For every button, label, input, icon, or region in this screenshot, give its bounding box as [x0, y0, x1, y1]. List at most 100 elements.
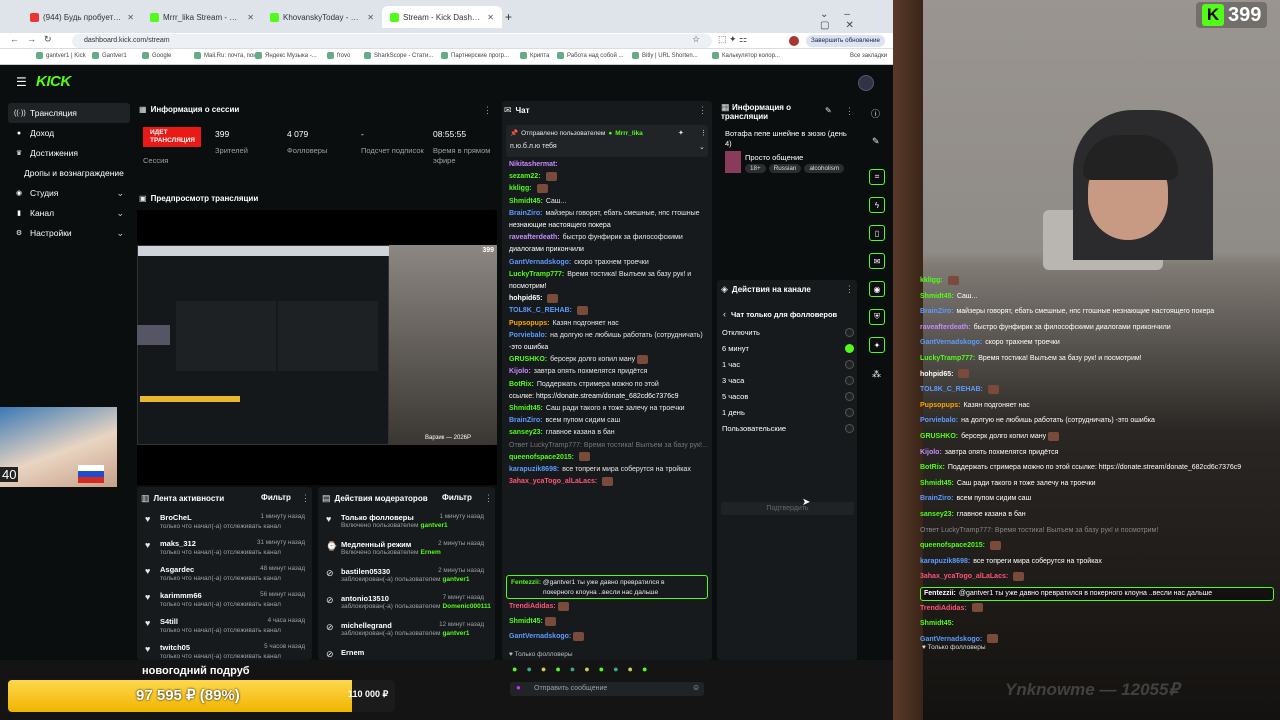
chat-message[interactable]: BrainZiro: майзеры говорят, ебать смешные…: [509, 208, 709, 219]
chat-message[interactable]: LuckyTramp777: Время тостика! Вылъем за б…: [509, 269, 709, 280]
chat-message[interactable]: Pupsopups: Казян подгоняет нас: [509, 318, 709, 329]
stream-tag[interactable]: 18+: [745, 164, 766, 173]
browser-tab[interactable]: (944) Будь пробуете КИТАЙС... ✕: [22, 6, 142, 28]
unpin-icon[interactable]: ✦: [678, 129, 684, 137]
chat-message[interactable]: hohpid65:: [509, 293, 709, 304]
bookmark-item[interactable]: Работа над собой ...: [557, 52, 623, 59]
nav-buttons[interactable]: ←→↻: [10, 34, 60, 45]
close-icon[interactable]: ✕: [247, 13, 254, 22]
sidebar-item[interactable]: Дропы и вознаграждение: [8, 163, 130, 183]
activity-item[interactable]: ♥ Asgardec 48 минут назад только что начал(…: [145, 563, 311, 589]
star-icon[interactable]: ☆: [692, 34, 700, 45]
chat-message[interactable]: Porviebalo: на долгую не любишь работать …: [509, 330, 709, 341]
pinned-menu-icon[interactable]: ⋮: [700, 129, 707, 137]
bookmark-item[interactable]: Калькулятор колор...: [712, 52, 780, 59]
confirm-button[interactable]: Подтвердить: [721, 502, 854, 515]
bookmark-item[interactable]: Bitly | URL Shorten...: [632, 52, 698, 59]
chat-message[interactable]: sezam22:: [509, 171, 709, 182]
bookmark-item[interactable]: gantver1 | Kick: [36, 52, 86, 59]
pinned-message[interactable]: 📌 Отправлено пользователем ● Mrrr_lika п…: [506, 125, 708, 157]
emote-icon[interactable]: ●: [512, 664, 517, 674]
duration-option[interactable]: 3 часа: [722, 373, 854, 387]
activity-item[interactable]: ♥ BroCheL 1 минуту назад только что начал(-…: [145, 511, 311, 537]
lightning-icon[interactable]: ϟ: [869, 197, 885, 213]
sidebar-item[interactable]: ▮ Канал ⌄: [8, 203, 130, 223]
emote-icon[interactable]: ●: [555, 664, 560, 674]
emote-bar[interactable]: ● ● ● ● ● ● ● ● ● ●: [512, 664, 647, 674]
shield-icon[interactable]: ⛨: [869, 309, 885, 325]
chat-message[interactable]: незнающие настоящего покера: [509, 220, 709, 231]
close-icon[interactable]: ✕: [487, 13, 494, 22]
chat-message[interactable]: Ответ LuckyTramp777: Время тостика! Вылъ…: [509, 440, 709, 451]
duration-option[interactable]: 1 час: [722, 357, 854, 371]
panel-menu-icon[interactable]: ⋮: [845, 284, 854, 295]
duration-option[interactable]: 5 часов: [722, 389, 854, 403]
new-tab-button[interactable]: +: [505, 10, 512, 24]
chat-message[interactable]: 3ahax_ycaTogo_alLaLacs:: [509, 476, 709, 487]
note-icon[interactable]: ▯: [869, 225, 885, 241]
emote-icon[interactable]: ●: [628, 664, 633, 674]
chat-message[interactable]: Shmidt45: Саш...: [509, 196, 709, 207]
window-controls[interactable]: ⌄–▢✕: [820, 9, 893, 31]
panel-menu-icon[interactable]: ⋮: [698, 105, 707, 116]
menu-icon[interactable]: ☰: [16, 75, 27, 89]
update-button[interactable]: Завершить обновление: [806, 35, 886, 47]
chat-message[interactable]: BrainZiro: всем пупом сидим саш: [509, 415, 709, 426]
avatar[interactable]: [789, 36, 799, 46]
radio-button[interactable]: [845, 407, 854, 417]
extensions-icon[interactable]: ⬚ ✦ ⚏: [718, 34, 747, 45]
mod-action-item[interactable]: ⊘ Ernem: [326, 646, 494, 660]
emote-icon[interactable]: ●: [516, 683, 521, 692]
browser-tab[interactable]: Stream - Kick Dashboard ✕: [382, 6, 502, 28]
chat-message[interactable]: queenofspace2015:: [509, 452, 709, 463]
mod-action-item[interactable]: ⊘ bastilen05330 2 минуты назад заблокирован…: [326, 565, 494, 591]
emote-icon[interactable]: ●: [526, 664, 531, 674]
broadcast-icon[interactable]: ◉: [869, 281, 885, 297]
chat-message[interactable]: raveafterdeath: быстро фунфирик за филосо…: [509, 232, 709, 243]
mod-action-item[interactable]: ⊘ michellegrand 12 минут назад заблокирован…: [326, 619, 494, 645]
user-avatar[interactable]: [858, 75, 874, 91]
emote-icon[interactable]: ●: [642, 664, 647, 674]
duration-option[interactable]: 6 минут: [722, 341, 854, 355]
chat-message[interactable]: Nikitashermat:: [509, 159, 709, 170]
smile-icon[interactable]: ☺: [692, 683, 700, 692]
mod-filter-button[interactable]: Фильтр: [442, 493, 472, 502]
chat-message[interactable]: GantVernadskogo: скоро трахнем троечки: [509, 257, 709, 268]
chat-message[interactable]: посмотрим!: [509, 281, 709, 292]
panel-menu-icon[interactable]: ⋮: [845, 106, 854, 117]
duration-option[interactable]: Отключить: [722, 325, 854, 339]
chat-message[interactable]: GantVernadskogo:: [509, 631, 709, 642]
chat-message[interactable]: BotRix: Поддержать стримера можно по этой: [509, 379, 709, 390]
chat-message[interactable]: Shmidt45:: [509, 616, 709, 627]
stream-tag[interactable]: Russian: [768, 164, 802, 173]
bookmark-item[interactable]: Gantver1: [92, 52, 127, 59]
emote-icon[interactable]: ●: [541, 664, 546, 674]
mod-action-item[interactable]: ♥ Только фолловеры 1 минуту назад Включено …: [326, 511, 494, 537]
bookmark-item[interactable]: Крипта: [520, 52, 549, 59]
activity-item[interactable]: ♥ maks_312 31 минуту назад только что начал…: [145, 537, 311, 563]
bookmark-item[interactable]: frovo: [327, 52, 350, 59]
edit-icon[interactable]: ✎: [872, 136, 880, 147]
activity-filter-button[interactable]: Фильтр: [261, 493, 291, 502]
chat-message[interactable]: GRUSHKO: берсерк долго копил ману: [509, 354, 709, 365]
close-icon[interactable]: ✕: [367, 13, 374, 22]
more-icon[interactable]: ⁂: [872, 369, 881, 380]
browser-tab[interactable]: KhovanskyToday - Заказ подпи...✕: [262, 6, 382, 28]
all-bookmarks[interactable]: Все закладки: [850, 53, 887, 59]
bookmark-item[interactable]: Google: [142, 52, 171, 59]
emote-icon[interactable]: ●: [584, 664, 589, 674]
chat-message[interactable]: kkligg:: [509, 183, 709, 194]
url-input[interactable]: dashboard.kick.com/stream: [72, 34, 712, 48]
chat-message[interactable]: ссылке: https://donate.stream/donate_682…: [509, 391, 709, 402]
sidebar-item[interactable]: ⚙ Настройки ⌄: [8, 223, 130, 243]
kick-logo[interactable]: KICK: [36, 73, 71, 90]
emote-icon[interactable]: ●: [599, 664, 604, 674]
radio-button[interactable]: [845, 343, 854, 353]
chat-input[interactable]: ● Отправить сообщение ☺: [510, 682, 704, 696]
close-icon[interactable]: ✕: [127, 13, 134, 22]
sidebar-item[interactable]: ● Доход: [8, 123, 130, 143]
chat-bubble-icon[interactable]: ✉: [869, 253, 885, 269]
radio-button[interactable]: [845, 359, 854, 369]
chat-message[interactable]: sansey23: главное казана в бан: [509, 427, 709, 438]
bookmark-item[interactable]: SharkScope - Стати...: [364, 52, 433, 59]
